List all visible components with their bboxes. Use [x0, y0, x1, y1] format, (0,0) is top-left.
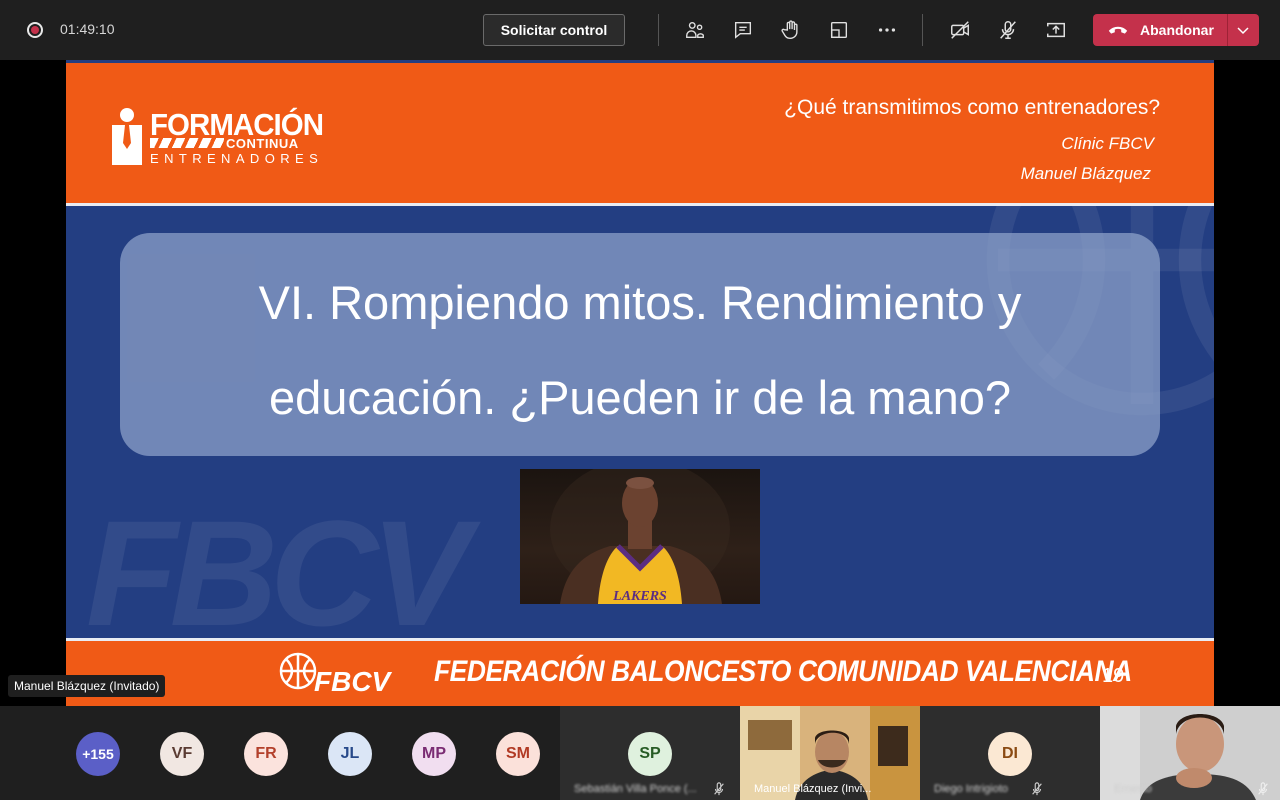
participants-strip: +155 VF FR JL MP SM SP Sebastián Villa P…: [0, 706, 1280, 800]
slide-header-title: ¿Qué transmitimos como entrenadores?: [784, 96, 1160, 119]
logo-subtitle-2: ENTRENADORES: [150, 151, 324, 166]
microphone-off-icon: [714, 782, 724, 796]
slide-title-line-1: VI. Rompiendo mitos. Rendimiento y: [258, 276, 1022, 329]
microphone-off-icon[interactable]: [994, 16, 1022, 44]
slide-page-number: 19: [1102, 665, 1125, 687]
microphone-off-icon: [1032, 782, 1042, 796]
shared-presentation: FBCV FORMACIÓN CONTINUA ENTRENADORES ¿Qu…: [66, 60, 1214, 706]
participant-avatar[interactable]: SM: [496, 732, 540, 776]
player-photo-illustration: LAKERS: [550, 469, 730, 604]
fbcv-watermark-logo: FBCV: [86, 489, 470, 657]
recording-indicator-icon: [27, 22, 43, 38]
formacion-continua-logo: FORMACIÓN CONTINUA ENTRENADORES: [108, 107, 338, 169]
footer-logo-text: FBCV: [314, 666, 393, 697]
chevron-down-icon[interactable]: [1235, 22, 1251, 38]
phone-hangup-icon: [1108, 26, 1128, 34]
leave-meeting-button[interactable]: Abandonar: [1093, 14, 1259, 46]
participant-name: Ernesto: [1114, 783, 1152, 795]
slide-footer: FBCV FEDERACIÓN BALONCESTO COMUNIDAD VAL…: [66, 641, 1214, 706]
participant-name: Manuel Blázquez (Invi...: [754, 783, 872, 795]
breakout-rooms-icon[interactable]: [825, 16, 853, 44]
participant-name: Diego Intrigioto: [934, 783, 1008, 795]
fbcv-ball-logo: FBCV: [279, 652, 393, 697]
slide-header: FORMACIÓN CONTINUA ENTRENADORES ¿Qué tra…: [66, 63, 1214, 203]
more-options-icon[interactable]: [873, 16, 901, 44]
participant-avatar[interactable]: VF: [160, 732, 204, 776]
footer-federation-name: FEDERACIÓN BALONCESTO COMUNIDAD VALENCIA…: [434, 655, 1132, 688]
participant-video-tile[interactable]: Ernesto: [1100, 706, 1280, 800]
request-control-button[interactable]: Solicitar control: [483, 14, 625, 46]
coach-figure-icon: [112, 108, 142, 165]
share-screen-icon[interactable]: [1042, 16, 1070, 44]
chat-icon[interactable]: [729, 16, 757, 44]
slide-title-line-2: educación. ¿Pueden ir de la mano?: [268, 371, 1012, 424]
raise-hand-icon[interactable]: [777, 16, 805, 44]
toolbar-divider: [658, 14, 659, 46]
presenter-name-label: Manuel Blázquez (Invitado): [8, 675, 166, 697]
slide-title-box: VI. Rompiendo mitos. Rendimiento y educa…: [120, 233, 1160, 456]
participant-avatar: SP: [628, 732, 672, 776]
camera-off-icon[interactable]: [946, 16, 974, 44]
leave-label: Abandonar: [1140, 22, 1214, 38]
participant-avatar[interactable]: FR: [244, 732, 288, 776]
participant-tile[interactable]: SP Sebastián Villa Ponce (...: [560, 706, 740, 800]
slide-clinic-name: Clínic FBCV: [1061, 134, 1154, 153]
recording-timer: 01:49:10: [60, 21, 115, 37]
participants-icon[interactable]: [681, 16, 709, 44]
jersey-text: LAKERS: [612, 589, 667, 604]
participant-avatar: DI: [988, 732, 1032, 776]
participant-avatar[interactable]: MP: [412, 732, 456, 776]
participant-tile[interactable]: DI Diego Intrigioto: [920, 706, 1100, 800]
microphone-off-icon: [1258, 782, 1268, 796]
slide-author: Manuel Blázquez: [1020, 164, 1151, 183]
toolbar-divider: [922, 14, 923, 46]
participant-video-tile[interactable]: Manuel Blázquez (Invi...: [740, 706, 920, 800]
more-participants-button[interactable]: +155: [76, 732, 120, 776]
meeting-toolbar: 01:49:10 Solicitar control Abandonar: [0, 0, 1280, 60]
participant-name: Sebastián Villa Ponce (...: [574, 783, 697, 795]
player-photo: LAKERS: [520, 469, 760, 604]
participant-avatar[interactable]: JL: [328, 732, 372, 776]
logo-subtitle: CONTINUA: [226, 136, 299, 151]
